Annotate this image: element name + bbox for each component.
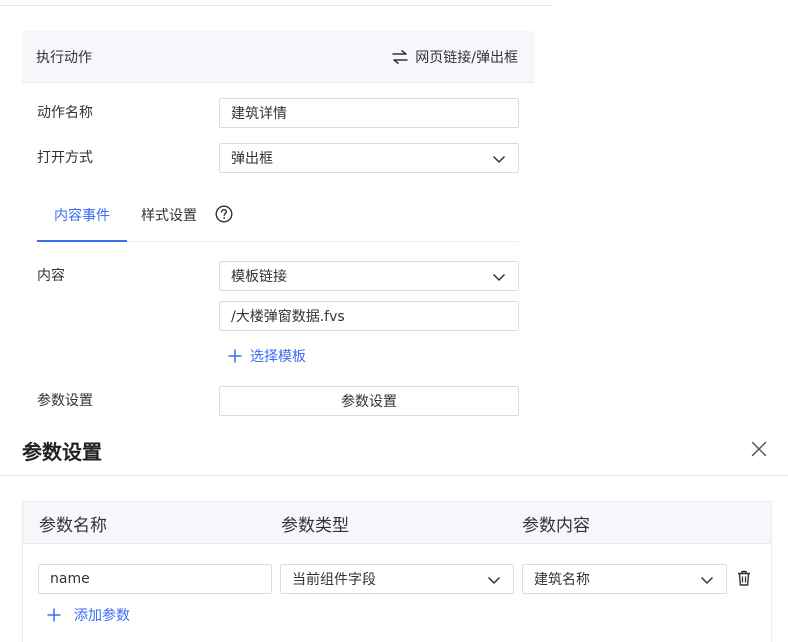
template-path-input[interactable]: /大楼弹窗数据.fvs <box>219 301 519 331</box>
plus-icon <box>228 349 242 363</box>
plus-icon <box>47 608 61 622</box>
chevron-down-icon <box>492 273 506 282</box>
param-type-value: 当前组件字段 <box>292 572 376 588</box>
chevron-down-icon <box>487 576 501 585</box>
param-table: 参数名称 参数类型 参数内容 name 当前组件字段 建筑名称 添加参数 <box>22 501 772 642</box>
action-type-switch[interactable]: 网页链接/弹出框 <box>392 47 518 67</box>
param-settings-label: 参数设置 <box>37 393 93 409</box>
param-name-value: name <box>50 571 90 587</box>
column-header-param-type: 参数类型 <box>281 516 349 536</box>
content-type-select[interactable]: 模板链接 <box>219 261 519 291</box>
param-table-header: 参数名称 参数类型 参数内容 <box>23 502 771 544</box>
add-param-button[interactable]: 添加参数 <box>47 605 130 625</box>
action-type-label: 网页链接/弹出框 <box>415 49 518 66</box>
open-mode-select[interactable]: 弹出框 <box>219 143 519 173</box>
open-mode-label: 打开方式 <box>37 150 93 166</box>
select-template-button[interactable]: 选择模板 <box>228 346 306 366</box>
content-type-value: 模板链接 <box>231 269 287 285</box>
template-path-value: /大楼弹窗数据.fvs <box>231 309 345 325</box>
dialog-header: 参数设置 <box>0 422 788 476</box>
content-label: 内容 <box>37 268 65 284</box>
column-header-param-name: 参数名称 <box>39 516 107 536</box>
open-mode-value: 弹出框 <box>231 151 273 167</box>
column-header-param-content: 参数内容 <box>522 516 590 536</box>
add-param-label: 添加参数 <box>74 608 130 624</box>
select-template-label: 选择模板 <box>250 349 306 365</box>
param-content-value: 建筑名称 <box>534 572 590 588</box>
switch-arrows-icon <box>392 49 409 64</box>
trash-icon[interactable] <box>737 570 751 586</box>
tab-bar: 内容事件 样式设置 <box>37 203 519 242</box>
action-panel-header: 执行动作 网页链接/弹出框 <box>22 31 534 83</box>
help-icon[interactable] <box>215 205 233 223</box>
param-name-input[interactable]: name <box>38 564 272 594</box>
action-panel-title: 执行动作 <box>36 49 92 66</box>
dialog-title: 参数设置 <box>22 440 102 464</box>
param-content-select[interactable]: 建筑名称 <box>522 564 727 594</box>
chevron-down-icon <box>492 155 506 164</box>
tab-style-settings[interactable]: 样式设置 <box>141 203 197 242</box>
action-panel: 执行动作 网页链接/弹出框 动作名称 建筑详情 打开方式 弹出框 内容事件 样式… <box>22 31 534 416</box>
tab-content-event[interactable]: 内容事件 <box>37 203 127 242</box>
param-settings-button[interactable]: 参数设置 <box>219 386 519 416</box>
action-name-input[interactable]: 建筑详情 <box>219 98 519 128</box>
param-type-select[interactable]: 当前组件字段 <box>280 564 514 594</box>
chevron-down-icon <box>700 576 714 585</box>
action-name-value: 建筑详情 <box>231 106 287 122</box>
action-name-label: 动作名称 <box>37 105 93 121</box>
top-divider <box>0 5 552 6</box>
close-icon[interactable] <box>751 441 767 457</box>
param-settings-button-label: 参数设置 <box>341 394 397 410</box>
